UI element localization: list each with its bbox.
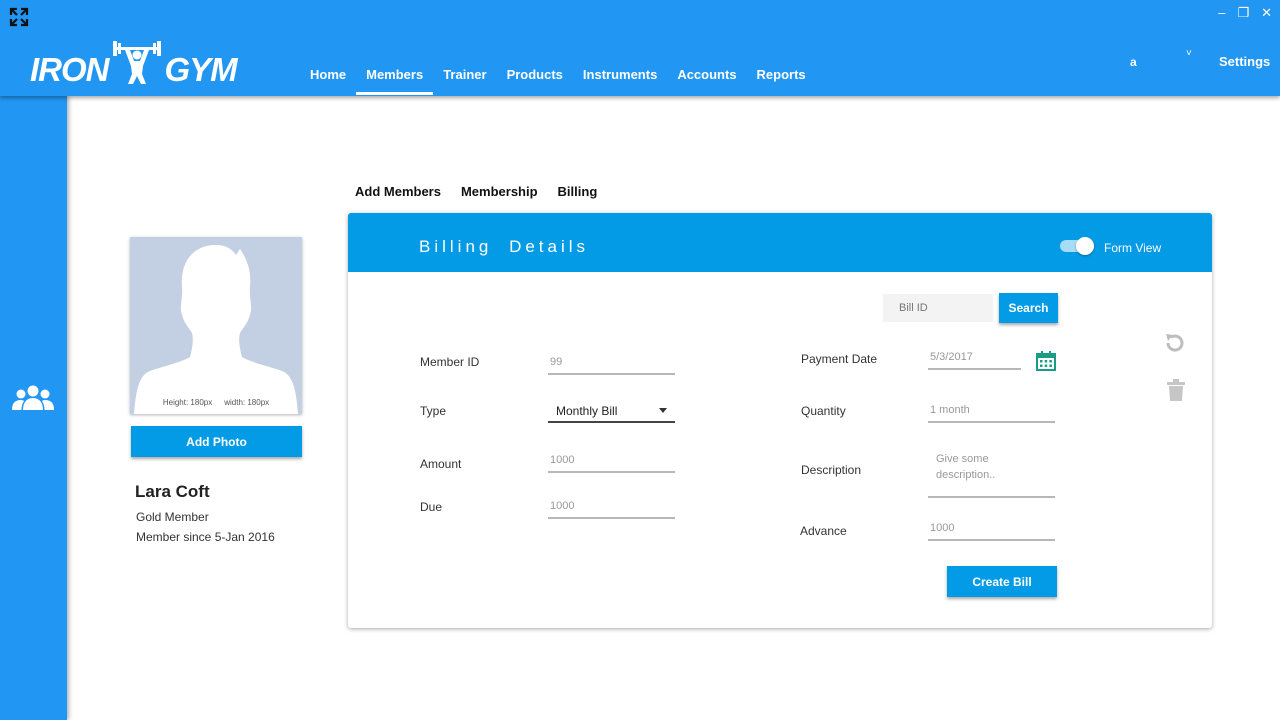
member-name: Lara Coft [135,482,210,501]
nav-members[interactable]: Members [356,62,434,95]
photo-size-caption: Height: 180px width: 180px [130,398,302,407]
add-photo-button[interactable]: Add Photo [131,426,302,457]
refresh-icon[interactable] [1163,331,1187,355]
advance-field[interactable] [928,519,1055,541]
restore-button[interactable]: ❐ [1237,6,1249,20]
chevron-down-icon [659,408,667,413]
description-field[interactable] [928,447,1055,498]
logo-text-iron: IRON [30,51,109,88]
member-id-field[interactable] [548,353,675,375]
member-id-label: Member ID [420,355,480,369]
type-select-value: Monthly Bill [556,404,618,418]
tab-billing[interactable]: Billing [558,184,598,199]
iron-gym-logo: IRON GYM [30,40,238,88]
sidebar [0,96,67,720]
top-app-bar: – ❐ ✕ IRON GYM Home Members Trainer Prod… [0,0,1280,96]
photo-width-caption: width: 180px [224,398,270,407]
quantity-label: Quantity [801,404,846,418]
description-label: Description [801,463,862,477]
user-name[interactable]: a [1130,55,1137,69]
settings-link[interactable]: Settings [1219,54,1270,69]
window-controls: – ❐ ✕ [1218,6,1272,20]
amount-field[interactable] [548,451,675,473]
nav-trainer[interactable]: Trainer [433,62,496,95]
search-button[interactable]: Search [999,293,1058,323]
payment-date-label: Payment Date [801,352,878,366]
form-view-label: Form View [1104,241,1162,255]
weightlifter-icon [112,41,161,84]
card-title: Billing Details [419,237,590,256]
create-bill-button[interactable]: Create Bill [947,566,1057,597]
delete-trash-icon[interactable] [1167,379,1185,401]
photo-height-caption: Height: 180px [162,398,213,407]
member-since: Member since 5-Jan 2016 [136,530,275,544]
fullscreen-expand-icon[interactable] [9,7,29,27]
member-level: Gold Member [136,510,209,524]
card-header: Billing Details Form View [348,213,1212,272]
user-menu-caret-icon[interactable]: ˅ [1186,48,1192,59]
main-nav: Home Members Trainer Products Instrument… [300,62,816,95]
type-select[interactable]: Monthly Bill [548,399,675,423]
due-field[interactable] [548,497,675,519]
form-view-toggle[interactable] [1060,237,1094,255]
nav-products[interactable]: Products [497,62,573,95]
amount-label: Amount [420,457,462,471]
nav-home[interactable]: Home [300,62,356,95]
avatar-silhouette-icon [134,245,298,414]
tab-membership[interactable]: Membership [461,184,538,199]
member-photo: Height: 180px width: 180px [130,237,302,414]
minimize-button[interactable]: – [1218,6,1225,20]
advance-label: Advance [800,524,847,538]
toggle-knob [1076,237,1094,255]
nav-accounts[interactable]: Accounts [667,62,746,95]
nav-instruments[interactable]: Instruments [573,62,667,95]
billing-card: Billing Details Form View Search Member … [348,213,1212,628]
tab-add-members[interactable]: Add Members [355,184,441,199]
bill-id-input[interactable] [883,294,993,322]
payment-date-field[interactable] [928,348,1021,370]
calendar-icon[interactable] [1036,351,1056,371]
members-group-icon[interactable] [12,383,54,413]
quantity-field[interactable] [928,401,1055,423]
nav-reports[interactable]: Reports [747,62,816,95]
member-tabs: Add Members Membership Billing [355,184,597,199]
type-label: Type [420,404,447,418]
logo-text-gym: GYM [164,51,238,88]
due-label: Due [420,500,443,514]
close-button[interactable]: ✕ [1261,6,1272,20]
